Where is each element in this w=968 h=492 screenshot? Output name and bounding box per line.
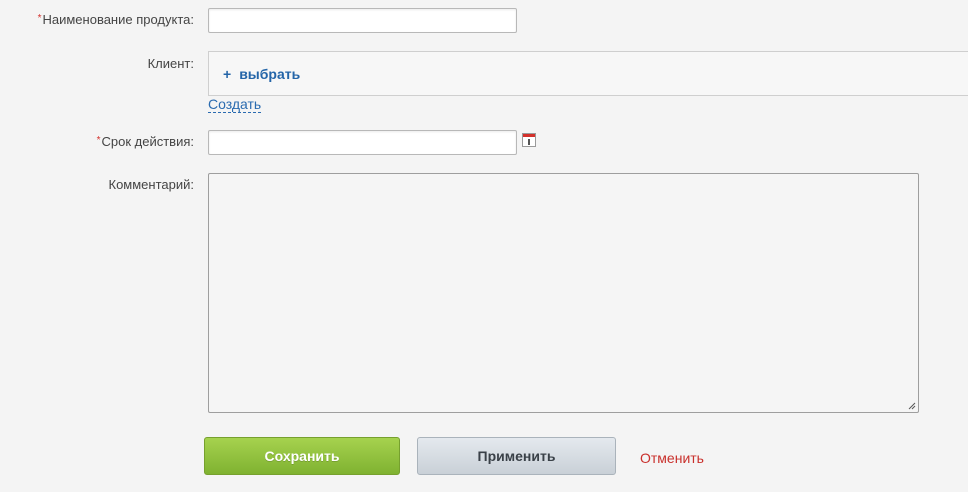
apply-button[interactable]: Применить xyxy=(417,437,616,475)
plus-icon: + xyxy=(223,66,232,82)
resize-grip-icon[interactable] xyxy=(908,402,916,410)
client-label: Клиент: xyxy=(147,56,194,71)
comment-label: Комментарий: xyxy=(108,177,195,192)
client-select-link[interactable]: + выбрать xyxy=(223,66,300,82)
client-selector: + выбрать xyxy=(208,51,968,96)
comment-textarea[interactable] xyxy=(208,173,919,413)
expiry-date-input[interactable] xyxy=(208,130,517,155)
product-name-label-text: Наименование продукта: xyxy=(42,12,194,27)
product-name-label: *Наименование продукта: xyxy=(38,12,194,27)
required-marker: * xyxy=(96,135,101,146)
cancel-link[interactable]: Отменить xyxy=(640,450,704,466)
expiry-label-text: Срок действия: xyxy=(101,134,195,149)
product-form: *Наименование продукта: Клиент: + выбрать… xyxy=(0,0,968,492)
save-button[interactable]: Сохранить xyxy=(204,437,400,475)
calendar-icon[interactable] xyxy=(522,133,536,147)
product-name-input[interactable] xyxy=(208,8,517,33)
expiry-label: *Срок действия: xyxy=(97,134,194,149)
client-select-label: выбрать xyxy=(239,66,301,82)
required-marker: * xyxy=(37,13,42,24)
client-create-link[interactable]: Создать xyxy=(208,96,262,113)
